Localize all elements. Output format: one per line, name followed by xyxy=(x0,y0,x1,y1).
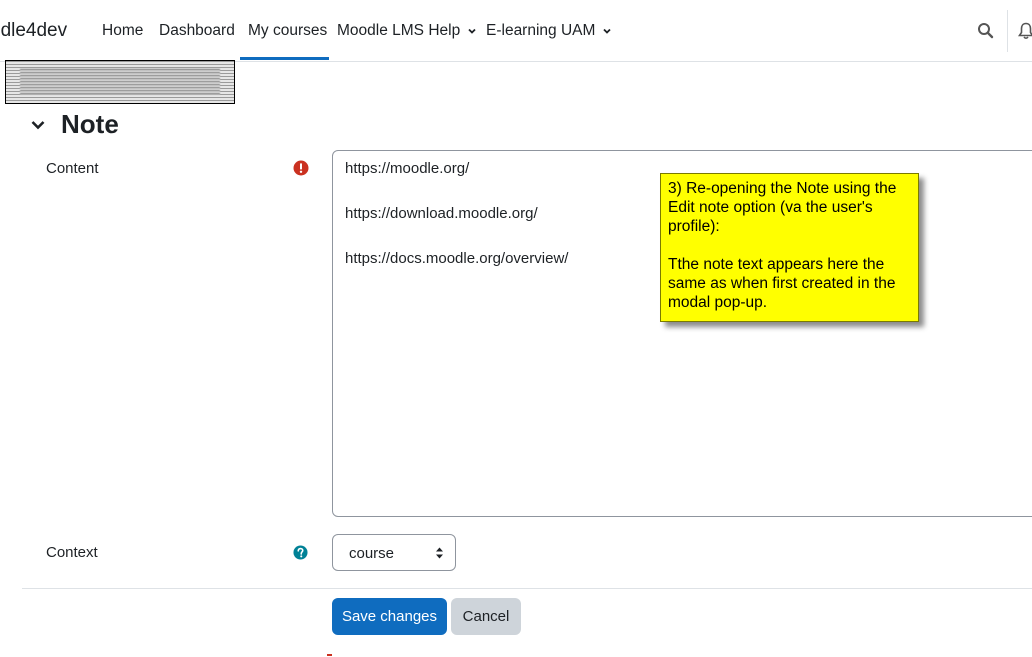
nav-moodle-lms-help-label: Moodle LMS Help xyxy=(337,22,461,39)
required-icon xyxy=(293,160,309,176)
site-brand[interactable]: odle4dev xyxy=(0,20,67,42)
annotation-line: Edit note option (va the user's xyxy=(668,199,873,216)
content-line: https://moodle.org/ xyxy=(345,160,470,177)
top-navbar: odle4dev Home Dashboard My courses Moodl… xyxy=(0,0,1032,62)
annotation-line: profile): xyxy=(668,218,720,235)
nav-elearning-uam-label: E-learning UAM xyxy=(486,22,596,39)
collapse-chevron-icon[interactable] xyxy=(30,117,46,133)
form-separator xyxy=(22,588,1032,589)
cancel-button[interactable]: Cancel xyxy=(451,598,521,635)
context-label: Context xyxy=(46,544,98,561)
content-label: Content xyxy=(46,160,99,177)
annotation-line: Tthe note text appears here the xyxy=(668,256,885,273)
nav-elearning-uam[interactable]: E-learning UAM xyxy=(486,22,612,40)
help-icon[interactable] xyxy=(293,545,308,560)
content-line: https://docs.moodle.org/overview/ xyxy=(345,250,569,267)
save-changes-button[interactable]: Save changes xyxy=(332,598,447,635)
nav-my-courses[interactable]: My courses xyxy=(248,22,327,40)
redacted-text xyxy=(20,69,220,95)
annotation-line: modal pop-up. xyxy=(668,294,768,311)
context-select[interactable]: course xyxy=(332,534,456,571)
section-title[interactable]: Note xyxy=(61,109,119,140)
search-icon[interactable] xyxy=(977,22,994,39)
chevron-down-icon xyxy=(467,28,476,34)
required-marker xyxy=(327,654,332,656)
nav-dashboard[interactable]: Dashboard xyxy=(159,22,235,40)
redacted-breadcrumb xyxy=(5,60,235,104)
nav-home[interactable]: Home xyxy=(102,22,143,40)
bell-icon[interactable] xyxy=(1018,22,1032,40)
context-select-value: course xyxy=(349,545,395,562)
nav-moodle-lms-help[interactable]: Moodle LMS Help xyxy=(337,22,477,40)
annotation-line: 3) Re-opening the Note using the xyxy=(668,180,897,197)
content-line: https://download.moodle.org/ xyxy=(345,205,538,222)
annotation-line: same as when first created in the xyxy=(668,275,896,292)
navbar-divider xyxy=(1007,10,1008,52)
annotation-callout: 3) Re-opening the Note using the Edit no… xyxy=(660,173,919,322)
select-arrows-icon xyxy=(436,547,443,559)
chevron-down-icon xyxy=(603,28,611,34)
active-nav-indicator xyxy=(240,57,329,60)
